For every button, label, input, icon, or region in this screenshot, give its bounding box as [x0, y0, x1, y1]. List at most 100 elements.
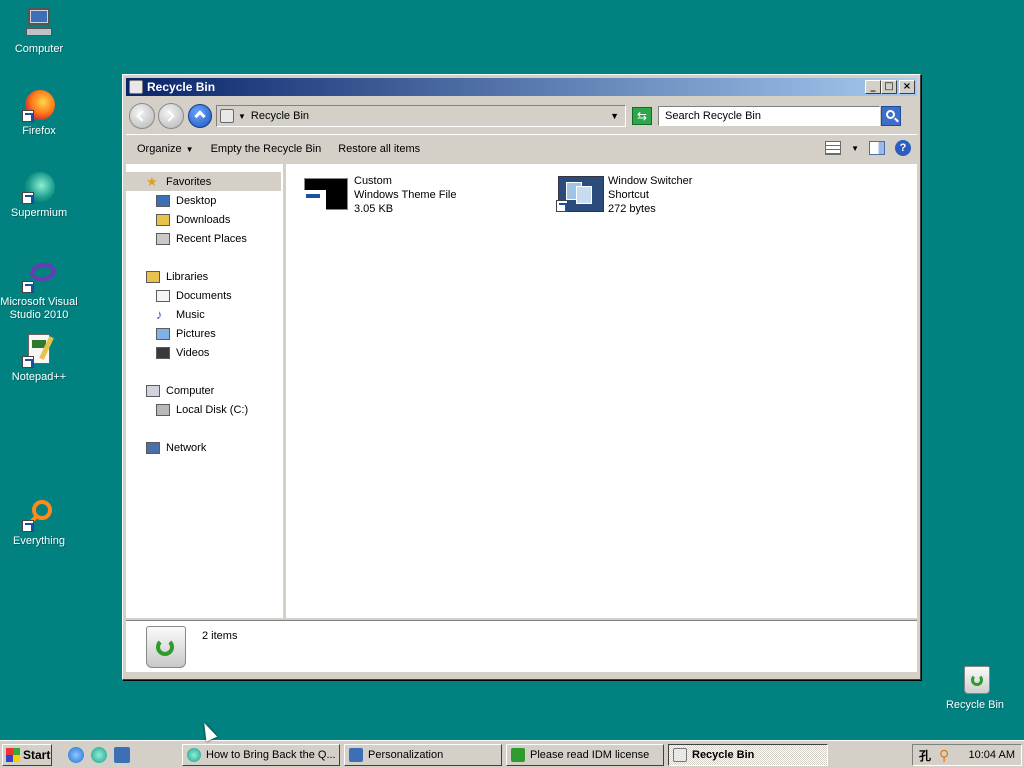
file-type: Shortcut [608, 189, 649, 201]
search-placeholder: Search Recycle Bin [665, 110, 761, 122]
task-label: How to Bring Back the Q... [206, 749, 336, 761]
window-controls: _ □ × [865, 80, 915, 94]
back-button[interactable] [129, 103, 155, 129]
back-arrow-icon [136, 110, 148, 122]
windows-logo-icon [6, 748, 20, 762]
network-icon [146, 441, 160, 454]
maximize-icon: □ [884, 81, 894, 92]
file-name: Custom [354, 175, 392, 187]
minimize-button[interactable]: _ [865, 80, 881, 94]
desktop-icon-label: Supermium [10, 207, 68, 219]
notepadpp-icon [22, 334, 56, 368]
internet-explorer-icon[interactable] [68, 747, 84, 763]
supermium-quicklaunch-icon[interactable] [91, 747, 107, 763]
desktop-icon-visual-studio[interactable]: Microsoft Visual Studio 2010 [0, 259, 79, 322]
language-icon[interactable]: 孔 [919, 747, 931, 764]
supermium-icon [22, 170, 56, 204]
up-button[interactable] [188, 104, 212, 128]
refresh-button[interactable]: ⇆ [632, 107, 652, 125]
taskbar-task[interactable]: How to Bring Back the Q... [182, 744, 340, 766]
nav-label: Pictures [176, 327, 216, 340]
personalization-icon [349, 748, 363, 762]
search-tray-icon[interactable]: ⚲ [939, 747, 949, 764]
task-label: Personalization [368, 749, 444, 761]
desktop-icon-computer[interactable]: Computer [0, 6, 79, 56]
mouse-cursor [198, 720, 218, 742]
nav-item-documents[interactable]: Documents [126, 286, 283, 305]
view-dropdown-icon[interactable]: ▼ [851, 144, 859, 153]
nav-item-pictures[interactable]: Pictures [126, 324, 283, 343]
clock[interactable]: 10:04 AM [969, 749, 1015, 761]
recycle-bin-icon [142, 624, 188, 670]
nav-item-music[interactable]: ♪ Music [126, 305, 283, 324]
idm-icon [511, 748, 525, 762]
close-button[interactable]: × [899, 80, 915, 94]
firefox-icon [22, 88, 56, 122]
empty-recycle-bin-button[interactable]: Empty the Recycle Bin [211, 143, 322, 155]
command-bar: Organize ▼ Empty the Recycle Bin Restore … [126, 134, 917, 162]
music-icon: ♪ [156, 306, 163, 322]
start-button[interactable]: Start [2, 744, 52, 766]
address-bar[interactable]: ▼ Recycle Bin ▼ [216, 105, 626, 127]
nav-item-recent-places[interactable]: Recent Places [126, 229, 283, 248]
desktop-icon-label: Computer [14, 43, 64, 55]
nav-label: Computer [166, 384, 215, 397]
nav-label: Videos [176, 346, 210, 359]
preview-pane-icon[interactable] [869, 141, 885, 155]
supermium-icon [187, 748, 201, 762]
taskbar-task[interactable]: Personalization [344, 744, 502, 766]
show-desktop-icon[interactable] [114, 747, 130, 763]
nav-label: Libraries [166, 270, 209, 283]
visual-studio-icon [22, 259, 58, 293]
desktop-icon-notepadpp[interactable]: Notepad++ [0, 334, 79, 384]
desktop-icon-everything[interactable]: Everything [0, 498, 79, 548]
details-pane: 2 items [126, 620, 917, 672]
pictures-icon [156, 327, 170, 340]
taskbar-task[interactable]: Please read IDM license [506, 744, 664, 766]
forward-button[interactable] [158, 103, 184, 129]
desktop-icon-recycle-bin[interactable]: Recycle Bin [935, 662, 1015, 712]
everything-icon [22, 498, 56, 532]
nav-item-favorites[interactable]: ★ Favorites [126, 172, 281, 191]
desktop-icon-label: Notepad++ [11, 371, 67, 383]
start-label: Start [23, 748, 51, 762]
forward-arrow-icon [163, 110, 175, 122]
file-size: 3.05 KB [354, 203, 394, 215]
nav-item-desktop[interactable]: Desktop [126, 191, 283, 210]
recycle-bin-icon [129, 80, 143, 94]
file-item[interactable]: Window Switcher Shortcut 272 bytes [556, 174, 692, 216]
help-icon[interactable]: ? [895, 140, 911, 156]
close-icon: × [902, 81, 912, 92]
nav-item-local-disk[interactable]: Local Disk (C:) [126, 400, 283, 419]
file-type: Windows Theme File [354, 189, 457, 201]
nav-item-videos[interactable]: Videos [126, 343, 283, 362]
breadcrumb-chevron-icon[interactable]: ▼ [238, 112, 246, 121]
navigation-pane: ★ Favorites Desktop Downloads Recent Pla… [126, 164, 286, 618]
hard-disk-icon [156, 403, 170, 416]
libraries-icon [146, 270, 160, 283]
file-item[interactable]: Custom Windows Theme File 3.05 KB [302, 174, 457, 216]
computer-icon [146, 384, 160, 397]
recycle-bin-icon [958, 662, 992, 696]
nav-item-libraries[interactable]: Libraries [126, 267, 283, 286]
search-button[interactable] [881, 106, 901, 126]
maximize-button[interactable]: □ [881, 80, 897, 94]
title-bar[interactable]: Recycle Bin _ □ × [126, 78, 917, 96]
computer-icon [22, 6, 56, 40]
organize-button[interactable]: Organize ▼ [137, 143, 194, 155]
address-dropdown-icon[interactable]: ▼ [610, 111, 619, 121]
nav-item-downloads[interactable]: Downloads [126, 210, 283, 229]
minimize-icon: _ [870, 81, 876, 92]
recycle-bin-icon [673, 748, 687, 762]
nav-item-network[interactable]: Network [126, 438, 283, 457]
desktop-icon-supermium[interactable]: Supermium [0, 170, 79, 220]
restore-all-button[interactable]: Restore all items [338, 143, 420, 155]
taskbar-task-active[interactable]: Recycle Bin [668, 744, 828, 766]
taskbar: Start How to Bring Back the Q... Persona… [0, 740, 1024, 768]
view-options-icon[interactable] [825, 141, 842, 155]
search-input[interactable]: Search Recycle Bin [658, 106, 880, 126]
organize-label: Organize [137, 142, 182, 155]
nav-item-computer[interactable]: Computer [126, 381, 283, 400]
desktop-icon-firefox[interactable]: Firefox [0, 88, 79, 138]
nav-label: Local Disk (C:) [176, 403, 249, 416]
